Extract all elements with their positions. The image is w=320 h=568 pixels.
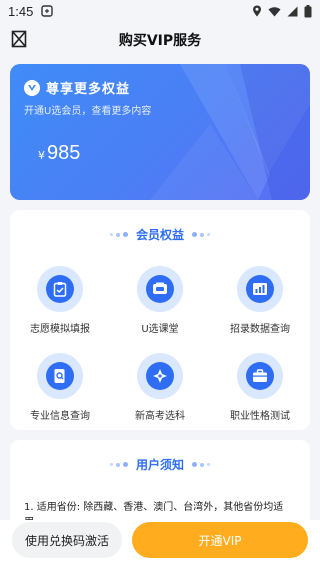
benefit-label: 新高考选科 <box>135 411 185 422</box>
benefit-item-new-gaokao-subjects[interactable]: 新高考选科 <box>110 353 210 422</box>
price-currency: ¥ <box>38 149 45 162</box>
open-vip-button[interactable]: 开通VIP <box>132 522 308 558</box>
vip-price: ¥ 985 <box>38 142 80 165</box>
notice-panel: 用户须知 1. 适用省份: 除西藏、香港、澳门、台湾外，其他省份均适用。 <box>10 440 310 530</box>
benefit-item-career-personality-test[interactable]: 职业性格测试 <box>210 353 310 422</box>
price-amount: 985 <box>47 142 81 164</box>
benefit-item-major-info[interactable]: 专业信息查询 <box>10 353 110 422</box>
clipboard-icon <box>46 275 74 303</box>
notice-title: 用户须知 <box>135 458 184 472</box>
benefit-item-admission-data[interactable]: 招录数据查询 <box>210 266 310 335</box>
close-icon[interactable] <box>10 30 28 48</box>
notification-icon <box>41 5 54 17</box>
decor-dots-left <box>109 462 128 467</box>
document-search-icon <box>46 362 74 390</box>
decor-dots-right <box>192 232 210 237</box>
decor-dots-left <box>109 232 128 237</box>
notice-heading: 用户须知 <box>10 456 310 473</box>
benefit-label: 专业信息查询 <box>30 411 90 422</box>
benefit-label: 志愿模拟填报 <box>30 324 90 335</box>
benefit-label: 招录数据查询 <box>230 324 290 335</box>
benefits-grid: 志愿模拟填报 U选课堂 招录数据查询 专业信息查询 新高考选科 职业性格测试 <box>10 266 310 422</box>
benefits-panel: 会员权益 志愿模拟填报 U选课堂 招录数据查询 专业信息查询 新高考选科 职业性… <box>10 210 310 430</box>
vip-card-header: 尊享更多权益 <box>24 78 130 97</box>
benefits-title: 会员权益 <box>135 228 184 242</box>
briefcase-icon <box>246 362 274 390</box>
vip-card-title: 尊享更多权益 <box>46 82 131 97</box>
battery-icon <box>304 4 312 18</box>
vip-logo-icon <box>24 79 40 96</box>
benefits-heading: 会员权益 <box>10 226 310 243</box>
bottom-action-bar: 使用兑换码激活 开通VIP <box>0 520 320 568</box>
benefit-item-u-class[interactable]: U选课堂 <box>110 266 210 335</box>
vip-card-subtitle: 开通U选会员，查看更多内容 <box>24 106 152 117</box>
bar-chart-icon <box>246 275 274 303</box>
benefit-label: U选课堂 <box>141 324 179 335</box>
benefit-item-volunteer-filling[interactable]: 志愿模拟填报 <box>10 266 110 335</box>
redeem-code-button[interactable]: 使用兑换码激活 <box>12 522 122 558</box>
app-bar: 购买VIP服务 <box>0 22 320 58</box>
location-icon <box>252 5 262 17</box>
vip-card: 尊享更多权益 开通U选会员，查看更多内容 ¥ 985 <box>10 64 310 200</box>
decor-dots-right <box>192 462 210 467</box>
wifi-icon <box>268 6 281 17</box>
video-class-icon <box>146 275 174 303</box>
benefit-label: 职业性格测试 <box>230 411 290 422</box>
status-bar: 1:45 <box>0 0 320 22</box>
signal-icon <box>287 6 298 17</box>
status-time: 1:45 <box>8 3 34 19</box>
compass-icon <box>146 362 174 390</box>
page-title: 购买VIP服务 <box>118 33 202 49</box>
